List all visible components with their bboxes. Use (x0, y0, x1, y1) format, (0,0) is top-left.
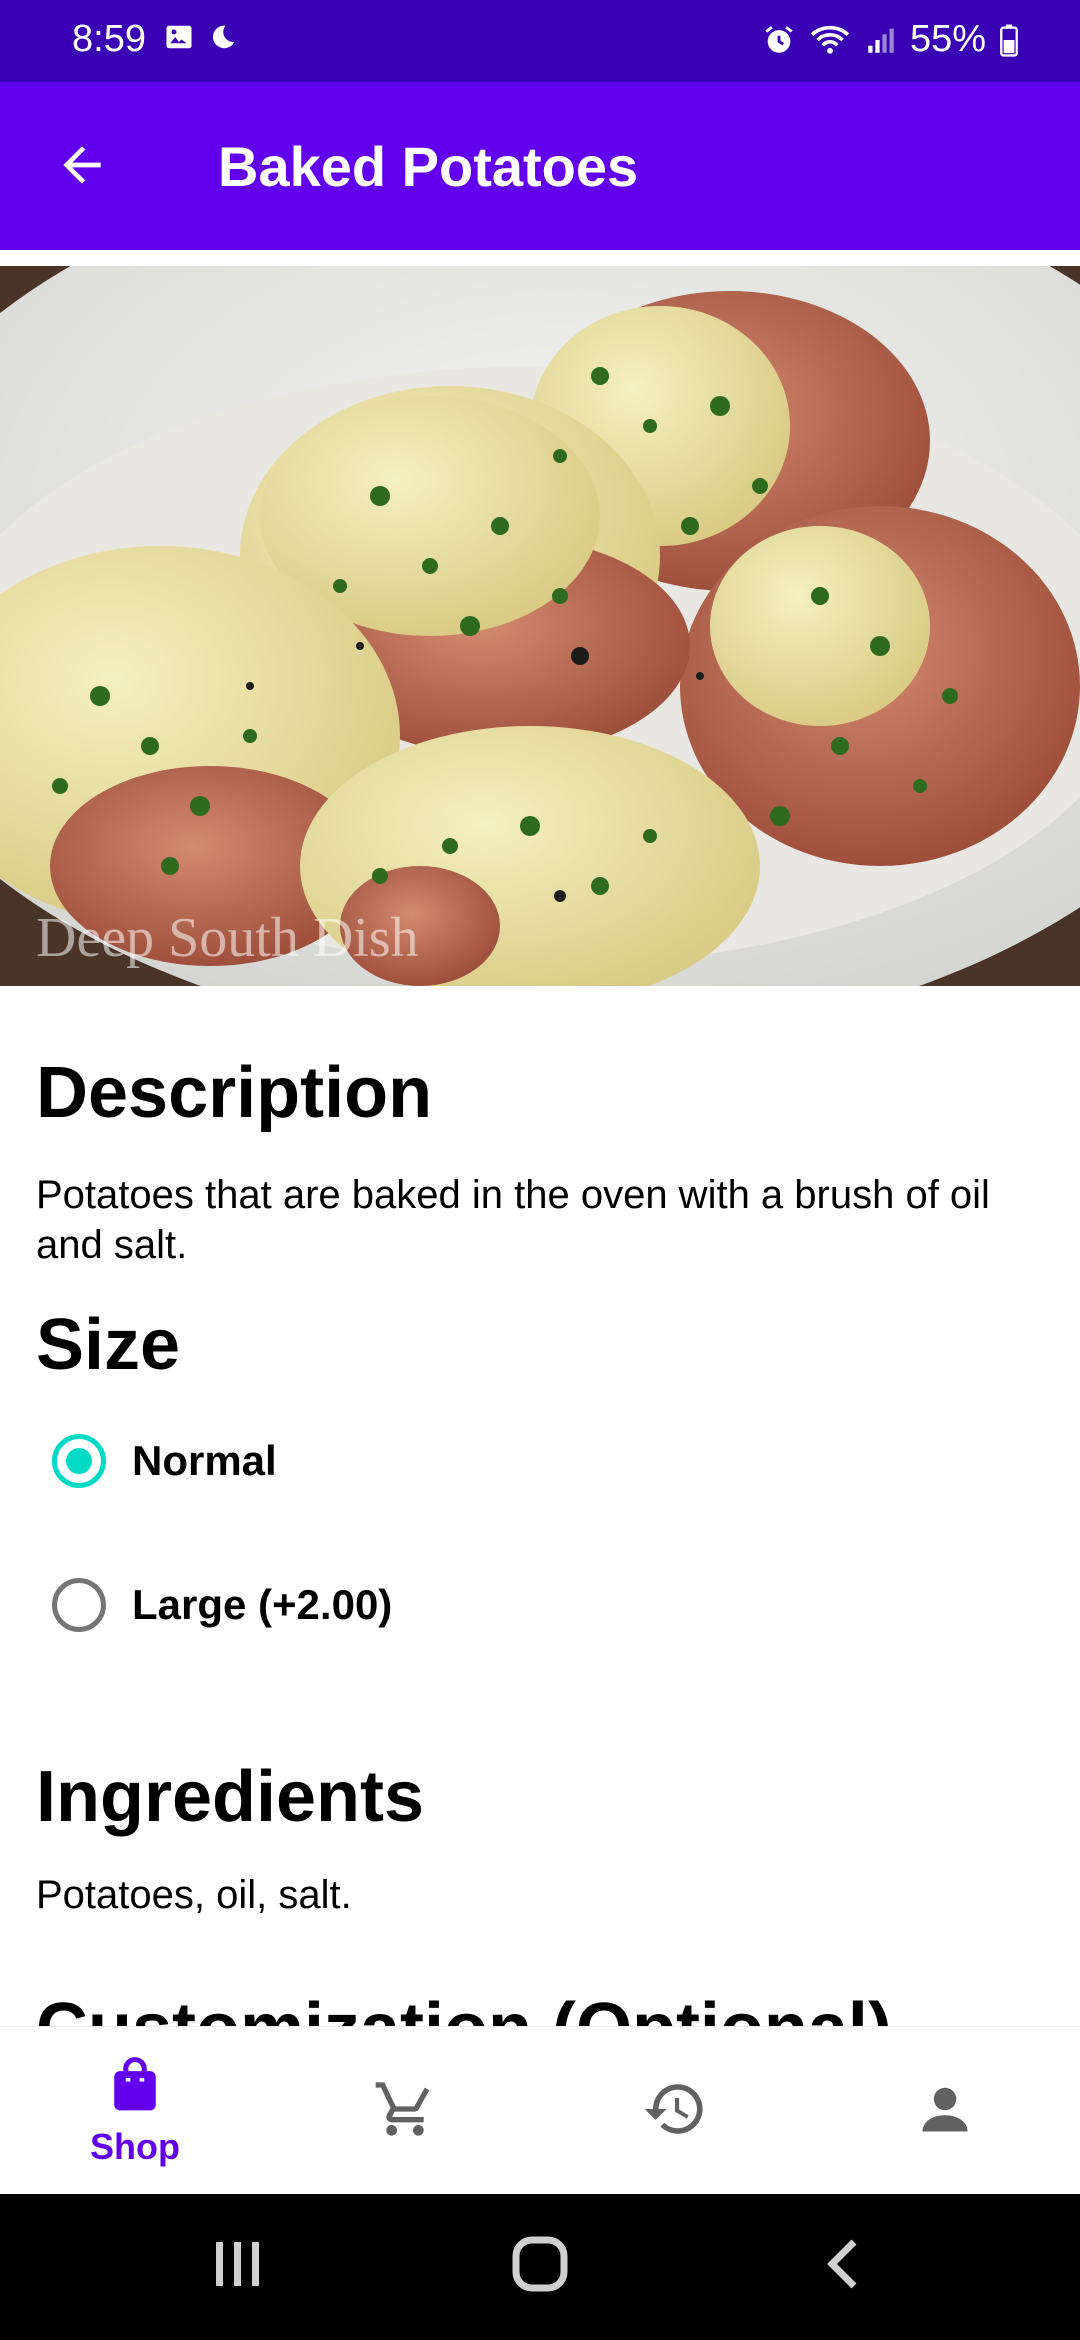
size-heading: Size (36, 1305, 181, 1385)
recent-apps-button[interactable] (210, 2234, 266, 2299)
nav-shop[interactable]: Shop (0, 2027, 270, 2195)
home-button[interactable] (510, 2234, 570, 2299)
nav-profile[interactable] (810, 2027, 1080, 2195)
moon-icon (208, 22, 238, 52)
page-title: Baked Potatoes (218, 135, 639, 198)
status-time: 8:59 (72, 18, 146, 60)
image-watermark: Deep South Dish (36, 907, 419, 969)
signal-icon (864, 23, 898, 57)
ingredients-text: Potatoes, oil, salt. (36, 1873, 352, 1917)
back-button[interactable] (42, 132, 122, 202)
description-heading: Description (36, 1053, 433, 1133)
shopping-bag-icon (107, 2055, 163, 2120)
nav-history[interactable] (540, 2027, 810, 2195)
status-icons-left (164, 22, 238, 52)
system-navigation-bar (0, 2194, 1080, 2340)
radio-large[interactable] (52, 1578, 106, 1632)
bottom-navigation: Shop (0, 2026, 1080, 2195)
radio-label-large: Large (+2.00) (132, 1581, 393, 1628)
nav-label-shop: Shop (90, 2125, 180, 2167)
battery-icon (998, 23, 1020, 57)
radio-label-normal: Normal (132, 1437, 277, 1484)
app-bar: Baked Potatoes (0, 82, 1080, 250)
radio-normal[interactable] (52, 1434, 106, 1488)
cart-icon (373, 2077, 437, 2146)
nav-cart[interactable] (270, 2027, 540, 2195)
size-option-large[interactable]: Large (+2.00) (52, 1578, 392, 1632)
customization-heading: Customization (Optional) (36, 1988, 892, 2026)
size-option-normal[interactable]: Normal (52, 1434, 277, 1488)
content-scroll[interactable]: Description Potatoes that are baked in t… (0, 986, 1080, 2026)
food-image: Deep South Dish (0, 266, 1080, 986)
wifi-icon (808, 22, 852, 58)
history-icon (642, 2076, 708, 2147)
status-bar: 8:59 55% (0, 0, 1080, 82)
status-icons-right: 55% (762, 18, 1020, 61)
description-text: Potatoes that are baked in the oven with… (36, 1173, 990, 1267)
person-icon (915, 2079, 975, 2144)
image-icon (164, 22, 194, 52)
back-nav-button[interactable] (820, 2234, 864, 2299)
arrow-back-icon (54, 137, 110, 198)
ingredients-heading: Ingredients (36, 1757, 425, 1837)
battery-percent: 55% (909, 18, 986, 60)
alarm-icon (762, 23, 796, 57)
